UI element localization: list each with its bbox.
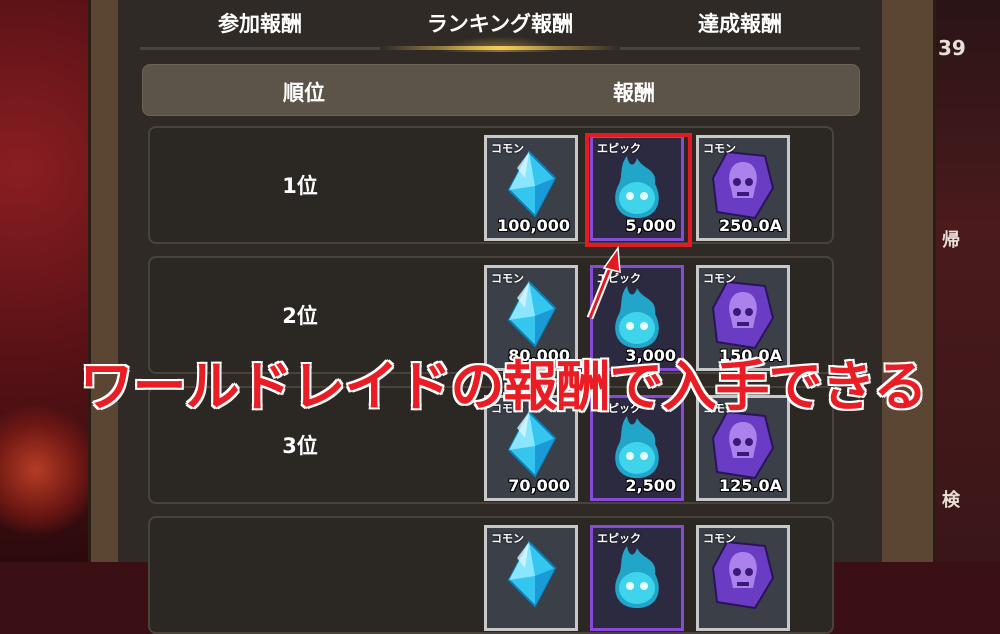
annotation-arrow bbox=[586, 245, 621, 320]
annotation-caption: ワールドレイドの報酬で入手できる bbox=[78, 354, 929, 420]
